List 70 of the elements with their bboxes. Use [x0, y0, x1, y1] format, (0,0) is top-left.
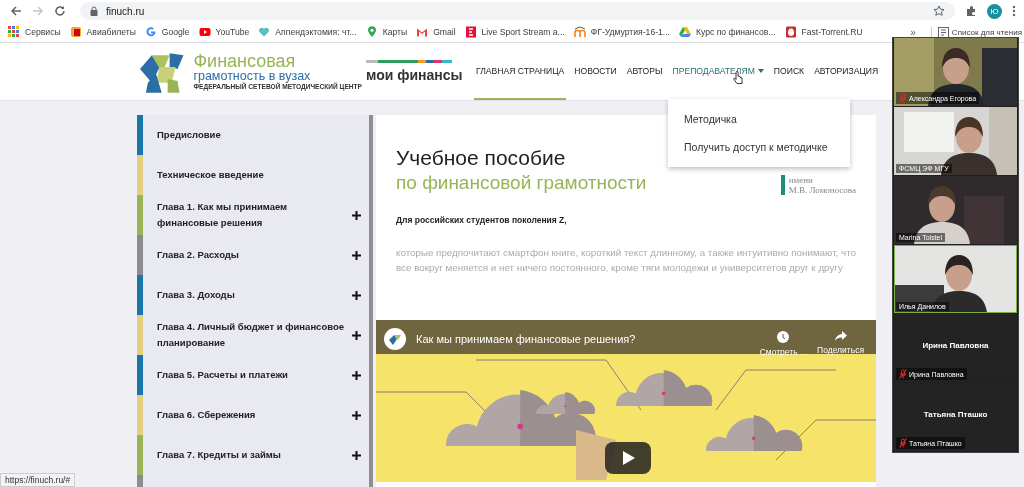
menu-item[interactable]: Получить доступ к методичке [668, 133, 850, 161]
bookmark[interactable]: Fast-Torrent.RU [784, 26, 863, 38]
plus-icon[interactable] [352, 210, 361, 220]
participant-name: Ирина Павловна [921, 340, 990, 350]
reload-icon[interactable] [54, 5, 66, 17]
hat-icon [573, 26, 586, 38]
share-icon [834, 331, 847, 341]
muted-mic-icon [899, 93, 907, 103]
letter-g-icon [144, 26, 157, 38]
bookmark[interactable]: Карты [365, 26, 408, 38]
overflow-button[interactable]: » [910, 26, 916, 38]
play-icon [198, 26, 211, 38]
address-bar[interactable]: finuch.ru [80, 2, 955, 20]
bookmark[interactable]: Авиабилеты [69, 26, 136, 38]
plus-icon[interactable] [352, 450, 361, 460]
bookmark[interactable]: Сервисы [8, 26, 61, 38]
bookmark[interactable]: Gmail [416, 26, 456, 38]
share-button[interactable]: Поделиться [817, 331, 864, 355]
bookmark[interactable]: YouTube [198, 26, 250, 38]
star-icon[interactable] [933, 5, 945, 17]
ticket-icon [69, 26, 82, 38]
partner-logo[interactable]: мои финансы [366, 67, 474, 83]
channel-logo-icon[interactable] [384, 328, 406, 350]
back-icon[interactable] [10, 5, 22, 17]
envelope-icon [416, 26, 429, 38]
bookmark[interactable]: Live Sport Stream a... [464, 26, 565, 38]
plus-icon[interactable] [352, 290, 361, 300]
triangle-icon [678, 26, 691, 38]
nav-link[interactable]: АВТОРИЗАЦИЯ [812, 43, 881, 100]
bookmark[interactable]: Курс по финансов... [678, 26, 776, 38]
nav-link[interactable]: ПОИСК [771, 43, 807, 100]
plus-icon[interactable] [352, 370, 361, 380]
puzzle-icon[interactable] [965, 5, 977, 17]
university-name: имени [788, 175, 814, 185]
bookmark[interactable]: Google [144, 26, 190, 38]
status-url: https://finuch.ru/# [0, 473, 76, 487]
stripe-icon [366, 60, 454, 64]
intro-paragraph: которые предпочитают смартфон книге, короткий текст длинному, а также интуитивно понимают, что все вокруг меняется и нет ничего постоянного, кроме тяги молодежи и университетов друг к другу [395, 246, 857, 275]
menu-item[interactable]: Методичка [668, 105, 850, 133]
page-title: Учебное пособие [396, 145, 567, 171]
bookmark[interactable]: ФГ-Удмуртия-16-1... [573, 26, 670, 38]
muted-mic-icon [899, 369, 907, 379]
plus-icon[interactable] [352, 250, 361, 260]
scrollbar[interactable] [369, 115, 373, 487]
bookmark[interactable]: Аппендэктомия: чт... [258, 26, 357, 38]
lock-icon [90, 6, 98, 16]
muted-mic-icon [899, 438, 907, 448]
menu-icon[interactable] [1012, 5, 1016, 17]
square-icon [464, 26, 477, 38]
list-icon [937, 26, 949, 38]
university-logo-bar [780, 175, 785, 195]
nav-link[interactable]: АВТОРЫ [624, 43, 665, 100]
profile-avatar[interactable]: Ю [987, 3, 1002, 19]
map-pin-icon [365, 26, 378, 38]
university-name: М.В. Ломоносова [788, 185, 856, 195]
clock-icon [777, 331, 790, 343]
nav-link[interactable]: ПРЕПОДАВАТЕЛЯМ [670, 43, 766, 100]
address-text: finuch.ru [106, 5, 145, 17]
plus-icon[interactable] [352, 330, 361, 340]
participant-name: Татьяна Пташко [922, 409, 989, 419]
logo-title: Финансовая [193, 52, 297, 70]
plus-icon[interactable] [352, 410, 361, 420]
lead-text: Для российских студентов поколения Z, [395, 214, 568, 225]
logo-subtitle: грамотность в вузах [193, 69, 311, 82]
play-button[interactable] [605, 442, 651, 474]
heart-icon [258, 26, 271, 38]
shield-icon [784, 26, 797, 38]
nav-link[interactable]: НОВОСТИ [572, 43, 619, 100]
page-subtitle: по финансовой грамотности [396, 171, 647, 195]
apps-grid-icon [8, 26, 20, 38]
